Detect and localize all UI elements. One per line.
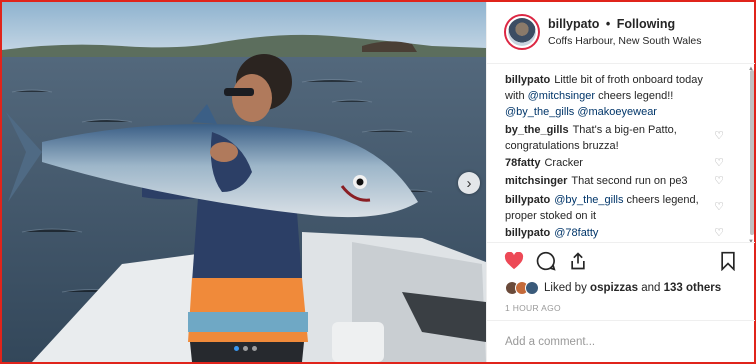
likes-count-link[interactable]: 133 others (664, 282, 722, 294)
comment-text: Cracker (544, 157, 583, 169)
header-user-line: billypato • Following (548, 17, 675, 31)
add-comment-input[interactable] (505, 333, 735, 351)
comment-username[interactable]: billypato (505, 194, 550, 206)
comment-bubble-icon (536, 251, 556, 271)
comment-username[interactable]: billypato (505, 227, 550, 239)
like-button[interactable] (503, 250, 525, 272)
comment-username[interactable]: by_the_gills (505, 124, 569, 136)
post-side-panel: billypato • Following Coffs Harbour, New… (486, 2, 755, 362)
likes-joiner: and (641, 282, 661, 294)
comments-list: billypato Little bit of froth onboard tod… (487, 64, 755, 242)
comment-item: billypato @by_the_gills cheers legend, pr… (505, 192, 723, 224)
comments-scrollbar[interactable]: ▲ ▼ (748, 66, 754, 242)
mention-link[interactable]: @makoeyewear (577, 106, 657, 118)
carousel-dot (252, 346, 257, 351)
liker-username-link[interactable]: ospizzas (590, 282, 638, 294)
likes-text: Liked by ospizzas and 133 others (544, 282, 721, 294)
comment-button[interactable] (535, 250, 557, 272)
comment-username[interactable]: mitchsinger (505, 175, 567, 187)
comment-like-heart-icon[interactable]: ♡ (713, 157, 725, 169)
comment-like-heart-icon[interactable]: ♡ (713, 227, 725, 239)
share-upload-icon (571, 252, 585, 270)
likes-prefix: Liked by (544, 282, 587, 294)
post-photo[interactable]: › (2, 2, 486, 362)
post-header: billypato • Following Coffs Harbour, New… (487, 2, 755, 64)
add-comment-box (487, 320, 755, 362)
post-timestamp[interactable]: 1 HOUR AGO (505, 303, 561, 313)
location-link[interactable]: Coffs Harbour, New South Wales (548, 35, 702, 47)
carousel-indicator (234, 346, 257, 351)
carousel-next-button[interactable]: › (458, 172, 480, 194)
comment-username[interactable]: 78fatty (505, 157, 540, 169)
photo-illustration (2, 2, 486, 362)
bookmark-icon (721, 251, 735, 271)
mention-link[interactable]: @78fatty (554, 227, 598, 239)
carousel-dot (243, 346, 248, 351)
likes-summary: Liked by ospizzas and 133 others (505, 280, 721, 296)
comment-text: That second run on pe3 (571, 175, 688, 187)
avatar[interactable] (504, 14, 540, 50)
carousel-dot (234, 346, 239, 351)
follow-status-button[interactable]: Following (617, 17, 675, 31)
comment-item: billypato @78fatty (505, 225, 723, 241)
heart-filled-icon (504, 252, 524, 270)
mention-link[interactable]: @by_the_gills (554, 194, 623, 206)
comment-like-heart-icon[interactable]: ♡ (713, 130, 725, 142)
comment-item: by_the_gills That's a big-en Patto, congr… (505, 122, 723, 154)
comment-like-heart-icon[interactable]: ♡ (713, 175, 725, 187)
comment-username[interactable]: billypato (505, 74, 550, 86)
save-button[interactable] (717, 250, 739, 272)
comment-like-heart-icon[interactable]: ♡ (713, 201, 725, 213)
mention-link[interactable]: @by_the_gills (505, 106, 574, 118)
caption-comment: billypato Little bit of froth onboard tod… (505, 72, 723, 120)
mention-link[interactable]: @mitchsinger (528, 90, 595, 102)
post-actions-bar (487, 242, 755, 276)
comment-item: mitchsinger That second run on pe3 (505, 173, 723, 189)
scroll-thumb[interactable] (750, 70, 754, 235)
comment-text: cheers legend!! (595, 90, 674, 102)
username-link[interactable]: billypato (548, 17, 599, 31)
header-separator: • (605, 17, 611, 31)
comment-item: 78fatty Cracker (505, 155, 723, 171)
share-button[interactable] (567, 250, 589, 272)
liker-avatar[interactable] (525, 281, 539, 295)
